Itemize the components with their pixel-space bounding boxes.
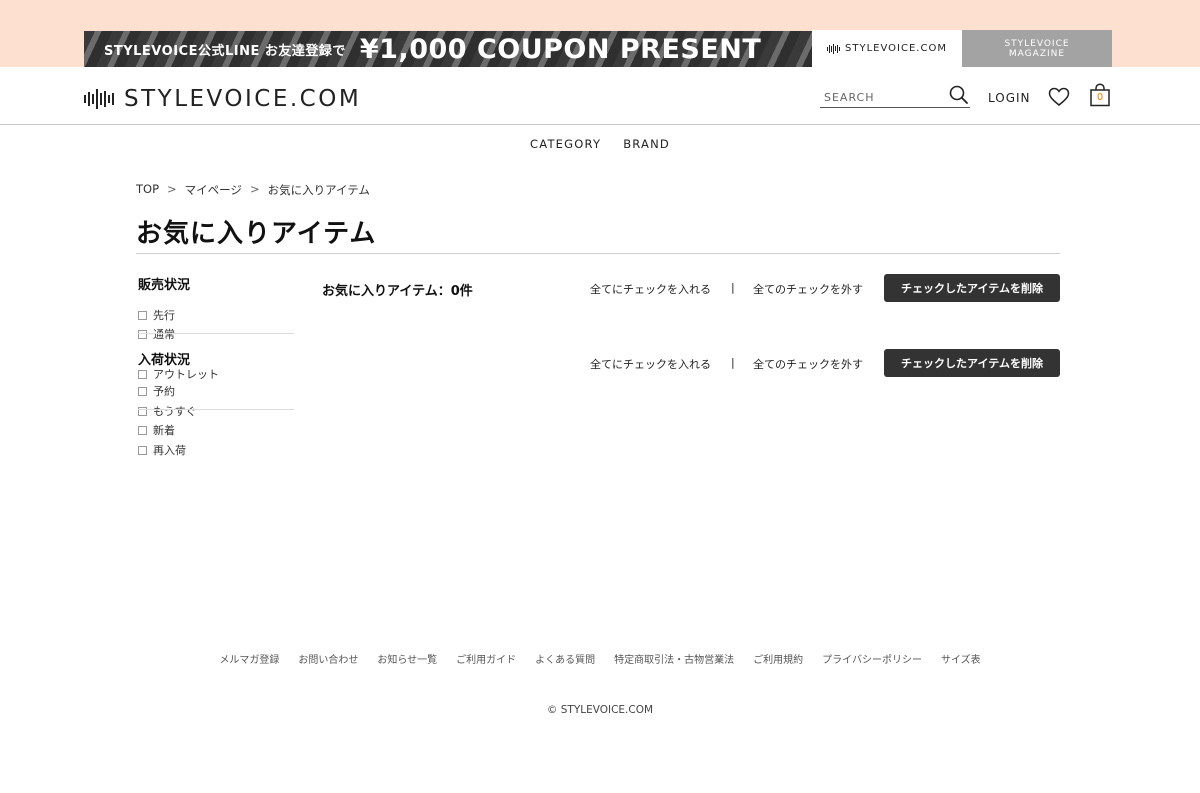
site-tab-magazine-line1: STYLEVOICE	[1004, 38, 1070, 49]
sidebar-divider	[138, 333, 294, 334]
site-tab-magazine[interactable]: STYLEVOICE MAGAZINE	[962, 30, 1112, 67]
delete-checked-button[interactable]: チェックしたアイテムを削除	[884, 274, 1060, 302]
footer-link-privacy[interactable]: プライバシーポリシー	[822, 651, 922, 666]
checkbox[interactable]	[138, 369, 147, 379]
footer-link-news[interactable]: お知らせ一覧	[377, 651, 437, 666]
breadcrumb-mypage[interactable]: マイページ	[185, 182, 242, 198]
main-nav: CATEGORY BRAND	[0, 137, 1200, 151]
uncheck-all-link[interactable]: 全てのチェックを外す	[753, 281, 863, 297]
title-divider	[136, 253, 1060, 254]
site-tab-store[interactable]: STYLEVOICE.COM	[812, 30, 962, 67]
footer-link-faq[interactable]: よくある質問	[535, 651, 595, 666]
link-divider: |	[731, 356, 735, 369]
filter-label: 先行	[153, 309, 175, 322]
filter-label: もうすぐ	[153, 405, 197, 418]
sale-status-heading: 販売状況	[138, 278, 191, 293]
checkbox[interactable]	[138, 386, 147, 396]
site-header: STYLEVOICE.COM LOGIN 0	[0, 67, 1200, 125]
filter-sale-regular[interactable]: 通常	[138, 326, 175, 342]
footer-link-newsletter[interactable]: メルマガ登録	[219, 651, 279, 666]
filter-arrival-soon[interactable]: もうすぐ	[138, 403, 197, 419]
login-link[interactable]: LOGIN	[988, 91, 1031, 105]
link-divider: |	[731, 281, 735, 294]
page-title: お気に入りアイテム	[136, 219, 377, 249]
footer-link-terms[interactable]: ご利用規約	[753, 651, 803, 666]
filter-label: 新着	[153, 424, 175, 437]
checkbox[interactable]	[138, 310, 147, 320]
cart-count-badge: 0	[1096, 92, 1104, 103]
checkbox[interactable]	[138, 445, 147, 455]
filter-label: アウトレット	[153, 368, 219, 381]
favorites-count: お気に入りアイテム：0件	[322, 284, 473, 299]
breadcrumb: TOP > マイページ > お気に入りアイテム	[136, 182, 370, 198]
logo-wave-icon	[84, 88, 114, 110]
footer-link-guide[interactable]: ご利用ガイド	[456, 651, 516, 666]
check-all-link[interactable]: 全てにチェックを入れる	[590, 356, 711, 372]
nav-brand[interactable]: BRAND	[623, 137, 670, 151]
uncheck-all-link[interactable]: 全てのチェックを外す	[753, 356, 863, 372]
filter-label: 予約	[153, 385, 175, 398]
logo-wave-icon	[827, 43, 841, 54]
checkbox[interactable]	[138, 329, 147, 339]
breadcrumb-top[interactable]: TOP	[136, 182, 159, 198]
search-input[interactable]	[820, 87, 940, 108]
breadcrumb-separator: >	[167, 182, 177, 196]
breadcrumb-separator: >	[249, 182, 260, 196]
filter-arrival-reserve[interactable]: 予約	[138, 383, 175, 399]
search-box	[820, 84, 970, 108]
breadcrumb-current: お気に入りアイテム	[267, 183, 370, 197]
sidebar-divider	[138, 409, 294, 410]
delete-checked-button[interactable]: チェックしたアイテムを削除	[884, 349, 1060, 377]
check-all-link[interactable]: 全てにチェックを入れる	[590, 281, 711, 297]
filter-arrival-outlet[interactable]: アウトレット	[138, 366, 219, 382]
filter-label: 再入荷	[153, 444, 186, 457]
filter-arrival-new[interactable]: 新着	[138, 422, 175, 438]
checkbox[interactable]	[138, 406, 147, 416]
banner-big-text: ¥1,000 COUPON PRESENT	[359, 33, 762, 65]
filter-sale-preorder[interactable]: 先行	[138, 307, 175, 323]
logo-text: STYLEVOICE.COM	[124, 86, 362, 112]
footer-link-legal[interactable]: 特定商取引法・古物営業法	[614, 651, 734, 666]
banner-small-text: STYLEVOICE公式LINE お友達登録で	[104, 43, 346, 59]
filter-arrival-restock[interactable]: 再入荷	[138, 442, 186, 458]
site-tab-store-label: STYLEVOICE.COM	[845, 43, 947, 54]
copyright: © STYLEVOICE.COM	[546, 704, 654, 716]
site-tab-magazine-line2: MAGAZINE	[1008, 48, 1066, 59]
line-coupon-banner[interactable]: STYLEVOICE公式LINE お友達登録で ¥1,000 COUPON PR…	[84, 31, 812, 67]
search-icon[interactable]	[948, 84, 970, 106]
site-logo[interactable]: STYLEVOICE.COM	[84, 86, 361, 112]
filter-label: 通常	[153, 328, 175, 341]
footer-link-size-chart[interactable]: サイズ表	[941, 651, 981, 666]
heart-icon[interactable]	[1048, 87, 1070, 107]
footer-link-contact[interactable]: お問い合わせ	[298, 651, 358, 666]
checkbox[interactable]	[138, 425, 147, 435]
nav-category[interactable]: CATEGORY	[530, 137, 601, 151]
footer-links: メルマガ登録 お問い合わせ お知らせ一覧 ご利用ガイド よくある質問 特定商取引…	[0, 651, 1200, 666]
